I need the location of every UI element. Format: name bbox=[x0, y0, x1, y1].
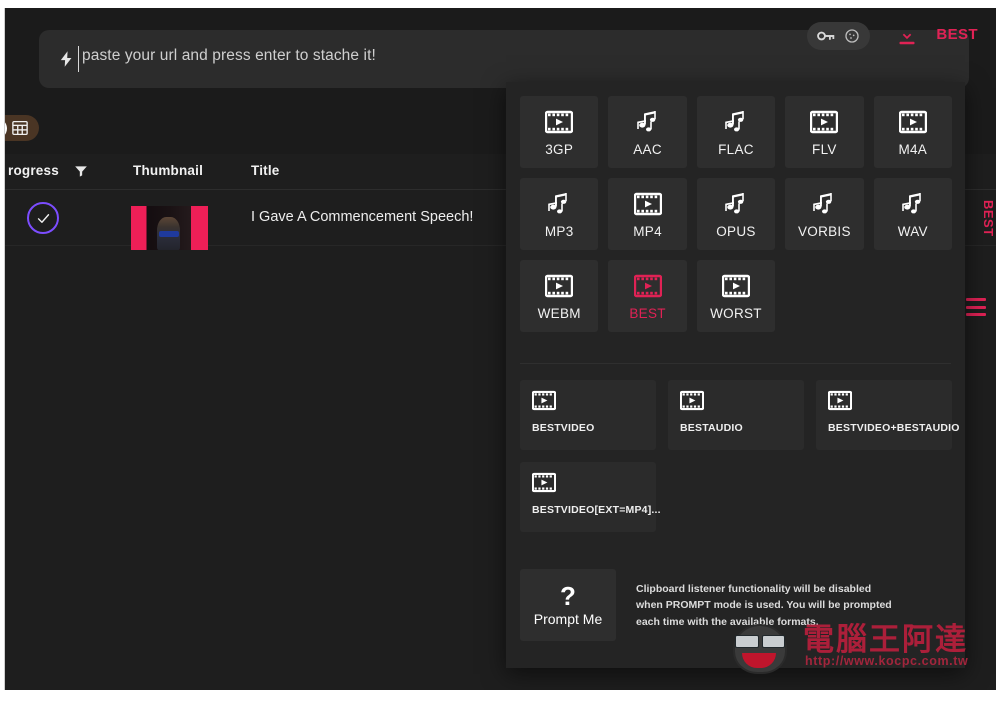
format-label: 3GP bbox=[545, 142, 574, 157]
best-option-label: BESTVIDEO[EXT=MP4]... bbox=[532, 504, 661, 516]
music-note-icon bbox=[546, 189, 572, 219]
music-note-icon bbox=[635, 107, 661, 137]
top-search-bar: paste your url and press enter to stache… bbox=[5, 8, 996, 98]
grid-view-icon bbox=[11, 119, 29, 137]
format-option-opus[interactable]: OPUS bbox=[696, 178, 776, 250]
question-mark-icon: ? bbox=[560, 581, 576, 611]
film-icon bbox=[545, 107, 574, 137]
format-option-vorbis[interactable]: VORBIS bbox=[785, 178, 864, 250]
format-option-worst[interactable]: WORST bbox=[696, 260, 776, 332]
format-grid: 3GP AAC FLAC FLV M4A MP3 MP4 OPUS VORBIS… bbox=[520, 96, 952, 332]
thumbnail-subject-collar bbox=[158, 230, 179, 237]
best-option-bestvideo[interactable]: BESTVIDEO bbox=[520, 380, 656, 450]
format-dropdown-panel: 3GP AAC FLAC FLV M4A MP3 MP4 OPUS VORBIS… bbox=[506, 82, 965, 668]
film-icon bbox=[545, 271, 574, 301]
best-option-label: BESTVIDEO+BESTAUDIO bbox=[828, 422, 960, 434]
film-icon bbox=[633, 271, 662, 301]
text-caret bbox=[78, 46, 79, 72]
format-label: VORBIS bbox=[797, 224, 851, 239]
film-icon bbox=[633, 189, 662, 219]
best-option-label: BESTVIDEO bbox=[532, 422, 595, 434]
view-mode-toggle[interactable] bbox=[5, 115, 39, 141]
format-label: WEBM bbox=[537, 306, 581, 321]
format-label: WAV bbox=[897, 224, 928, 239]
best-option-bestaudio[interactable]: BESTAUDIO bbox=[668, 380, 804, 450]
row-title[interactable]: I Gave A Commencement Speech! bbox=[251, 209, 473, 225]
prompt-me-label: Prompt Me bbox=[533, 611, 603, 627]
format-option-mp4[interactable]: MP4 bbox=[608, 178, 687, 250]
music-note-icon bbox=[811, 189, 837, 219]
screenshot-root: paste your url and press enter to stache… bbox=[0, 0, 1000, 716]
filter-icon[interactable] bbox=[74, 164, 88, 178]
toggle-knob bbox=[5, 117, 7, 139]
check-circle-icon[interactable] bbox=[27, 202, 59, 234]
music-note-icon bbox=[723, 107, 749, 137]
format-label: AAC bbox=[633, 142, 662, 157]
format-option-mp3[interactable]: MP3 bbox=[520, 178, 599, 250]
format-label: M4A bbox=[898, 142, 928, 157]
format-option-webm[interactable]: WEBM bbox=[520, 260, 599, 332]
column-header-progress[interactable]: rogress bbox=[8, 163, 59, 178]
input-tools-pill bbox=[807, 22, 870, 50]
cookie-icon[interactable] bbox=[844, 28, 860, 44]
format-label: MP3 bbox=[544, 224, 574, 239]
format-label: WORST bbox=[710, 306, 762, 321]
column-header-title[interactable]: Title bbox=[251, 163, 280, 178]
edge-format-label: BEST bbox=[982, 200, 996, 237]
film-icon bbox=[531, 390, 557, 416]
column-header-thumbnail[interactable]: Thumbnail bbox=[133, 163, 203, 178]
film-icon bbox=[531, 472, 557, 498]
key-icon[interactable] bbox=[817, 29, 835, 43]
lightning-bolt-icon bbox=[55, 47, 77, 71]
format-option-flac[interactable]: FLAC bbox=[696, 96, 776, 168]
download-icon[interactable] bbox=[896, 24, 918, 48]
app-window: paste your url and press enter to stache… bbox=[4, 8, 996, 690]
format-label: FLV bbox=[812, 142, 837, 157]
window-body: paste your url and press enter to stache… bbox=[5, 8, 996, 690]
film-icon bbox=[898, 107, 927, 137]
music-note-icon bbox=[723, 189, 749, 219]
format-label: BEST bbox=[629, 306, 666, 321]
prompt-mode-note: Clipboard listener functionality will be… bbox=[636, 583, 892, 628]
film-icon bbox=[679, 390, 705, 416]
film-icon bbox=[810, 107, 839, 137]
format-option-flv[interactable]: FLV bbox=[785, 96, 864, 168]
format-label: OPUS bbox=[716, 224, 756, 239]
best-option-label: BESTAUDIO bbox=[680, 422, 743, 434]
best-option-bestvideo-ext-mp4[interactable]: BESTVIDEO[EXT=MP4]... bbox=[520, 462, 661, 532]
prompt-me-button[interactable]: ? Prompt Me bbox=[520, 569, 616, 641]
format-option-best[interactable]: BEST bbox=[608, 260, 687, 332]
best-options-grid: BESTVIDEO BESTAUDIO BESTVIDEO+BESTAUDIO … bbox=[520, 380, 959, 532]
hamburger-menu-icon[interactable] bbox=[966, 298, 986, 316]
selected-format-label[interactable]: BEST bbox=[936, 26, 978, 43]
music-note-icon bbox=[900, 189, 926, 219]
url-input-placeholder[interactable]: paste your url and press enter to stache… bbox=[82, 47, 376, 65]
film-icon bbox=[721, 271, 750, 301]
format-option-3gp[interactable]: 3GP bbox=[520, 96, 599, 168]
format-option-wav[interactable]: WAV bbox=[873, 178, 952, 250]
panel-separator bbox=[520, 363, 951, 364]
prompt-mode-block: ? Prompt Me Clipboard listener functiona… bbox=[520, 569, 898, 641]
best-option-bestvideo-plus-bestaudio[interactable]: BESTVIDEO+BESTAUDIO bbox=[816, 380, 959, 450]
film-icon bbox=[827, 390, 853, 416]
format-option-aac[interactable]: AAC bbox=[608, 96, 687, 168]
format-label: FLAC bbox=[718, 142, 754, 157]
format-label: MP4 bbox=[633, 224, 662, 239]
format-option-m4a[interactable]: M4A bbox=[873, 96, 952, 168]
row-thumbnail[interactable] bbox=[131, 206, 208, 250]
